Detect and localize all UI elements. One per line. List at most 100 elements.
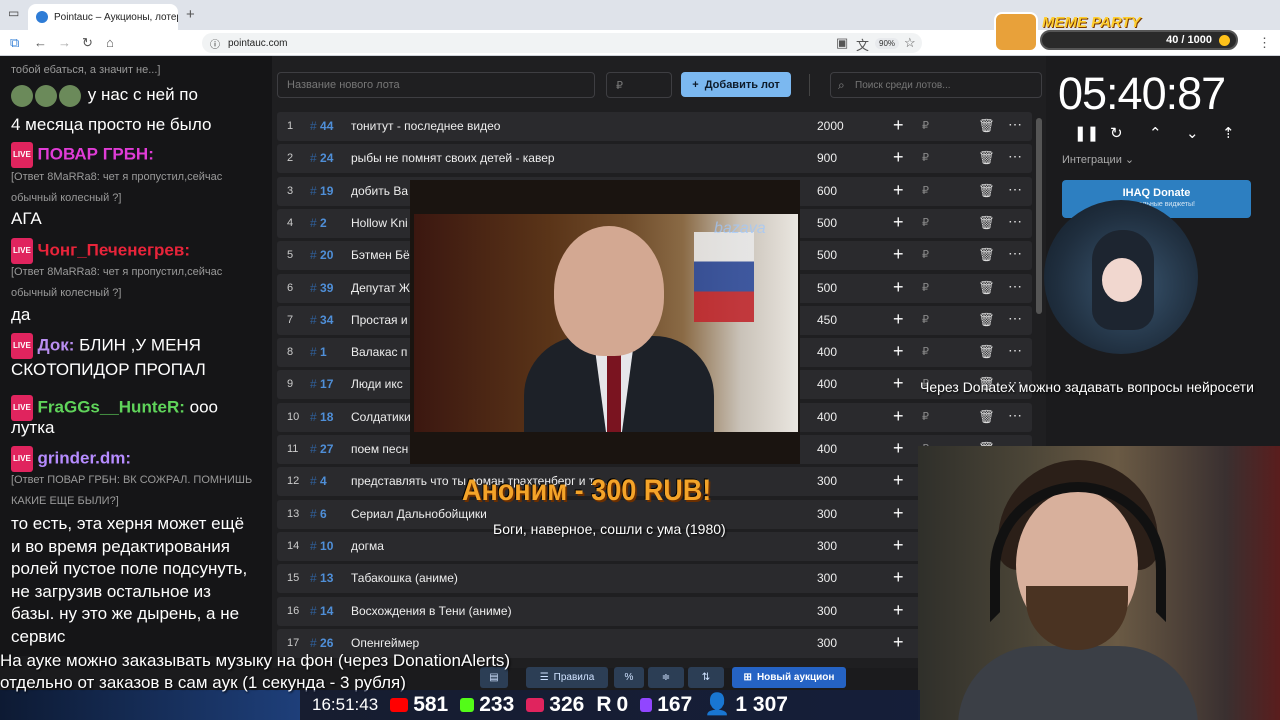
add-amount-icon[interactable]: + [893,309,904,330]
delete-icon[interactable]: 🗑 [978,409,995,425]
time-up-icon[interactable]: ⌃ [1149,124,1162,142]
lot-id: # 24 [310,151,334,166]
lot-list-scrollbar[interactable] [1036,118,1042,314]
lot-id-value: 26 [320,635,334,650]
reload-icon[interactable]: ↻ [82,35,93,51]
add-amount-icon[interactable]: + [893,373,904,394]
more-options-icon[interactable]: ⋯ [1008,116,1022,133]
chat-author-line: LIVE Док: БЛИН ,У МЕНЯ [11,333,269,359]
lot-id: # 44 [310,119,334,133]
lot-id: # 13 [310,571,334,586]
back-icon[interactable]: ← [34,35,47,50]
site-info-icon[interactable]: ⓘ [210,36,220,51]
new-lot-input[interactable]: Название нового лота [277,72,595,98]
delete-icon[interactable]: 🗑 [978,183,995,199]
percent-button[interactable]: % [614,667,644,688]
more-options-icon[interactable]: ⋯ [1008,407,1022,424]
more-options-icon[interactable]: ⋯ [1008,278,1022,295]
chat-message-text: сервис [11,627,66,646]
add-amount-icon[interactable]: + [893,244,904,265]
add-amount-icon[interactable]: + [893,115,904,136]
delete-icon[interactable]: 🗑 [978,280,995,296]
delete-icon[interactable]: 🗑 [978,312,995,328]
browser-menu-icon[interactable]: ⋮ [1258,35,1271,51]
new-auction-button[interactable]: ⊞ Новый аукцион [732,667,846,688]
sidebar-toggle-icon[interactable]: ⧉ [10,35,19,51]
more-options-icon[interactable]: ⋯ [1008,245,1022,262]
lot-amount: 300 [817,506,838,521]
add-amount-icon[interactable]: + [893,341,904,362]
add-amount-icon[interactable]: + [893,470,904,491]
delete-icon[interactable]: 🗑 [978,215,995,231]
chat-reply-text: КАКИЕ ЕЩЕ БЫЛИ?] [11,495,119,507]
url-text: pointauc.com [228,37,288,49]
browser-tab[interactable]: Pointauc – Аукционы, лотереи × [28,4,178,30]
translate-icon[interactable]: 文 [856,35,869,54]
more-options-icon[interactable]: ⋯ [1008,213,1022,230]
lot-id-value: 34 [320,312,334,327]
more-options-icon[interactable]: ⋯ [1008,181,1022,198]
reader-mode-icon[interactable]: ▣ [836,35,848,51]
chat-reply-text: обычный колесный ?] [11,287,122,299]
forward-icon[interactable]: → [58,35,71,50]
more-options-icon[interactable]: ⋯ [1008,342,1022,359]
reset-icon[interactable]: ↻ [1110,124,1123,142]
add-amount-icon[interactable]: + [893,406,904,427]
integrations-dropdown[interactable]: Интеграции ⌄ [1062,153,1134,166]
delete-icon[interactable]: 🗑 [978,344,995,360]
lot-name[interactable]: Восхождения в Тени (аниме) [351,604,801,618]
add-amount-icon[interactable]: + [893,567,904,588]
lot-row[interactable]: 2 # 24 рыбы не помнят своих детей - кавер 9… [277,144,1032,174]
site-favicon-icon [36,11,48,23]
lot-position: 9 [287,378,294,391]
lot-name[interactable]: рыбы не помнят своих детей - кавер [351,151,801,165]
add-amount-icon[interactable]: + [893,503,904,524]
coin-icon [1219,35,1230,46]
merge-icon[interactable]: ≑ [648,667,684,688]
lot-amount-input[interactable]: ₽ [606,72,672,98]
lot-name[interactable]: Опенгеймер [351,636,801,650]
chat-author: FraGGs__HunteR: [37,397,185,417]
lot-name[interactable]: тонитут - последнее видео [351,119,801,133]
bookmark-star-icon[interactable]: ☆ [904,35,916,51]
add-amount-icon[interactable]: + [893,212,904,233]
delete-icon[interactable]: 🗑 [978,150,995,166]
lot-id: # 2 [310,215,327,230]
add-amount-icon[interactable]: + [893,180,904,201]
add-amount-icon[interactable]: + [893,277,904,298]
total-viewers-stat: 👤 1 307 [704,693,788,717]
more-options-icon[interactable]: ⋯ [1008,310,1022,327]
lot-row[interactable]: 1 # 44 тонитут - последнее видео 2000 + ₽ 🗑 ⋯ [277,112,1032,141]
lot-id-value: 39 [320,280,334,295]
zoom-level[interactable]: 90% [875,38,900,49]
home-icon[interactable]: ⌂ [106,35,114,50]
tab-actions-icon[interactable]: ▭ [8,6,19,20]
sort-icon[interactable]: ⇅ [688,667,724,688]
more-options-icon[interactable]: ⋯ [1008,148,1022,165]
address-bar[interactable]: ⓘ pointauc.com [202,33,922,53]
lot-id-value: 2 [320,215,327,230]
lot-position: 5 [287,249,294,262]
chevron-down-icon: ⌄ [1124,154,1135,166]
add-lot-label: Добавить лот [704,78,780,91]
time-max-icon[interactable]: ⇡ [1222,124,1235,142]
new-auction-icon: ⊞ [743,672,752,683]
chat-message-text: лутка [11,418,55,437]
auction-timer: 05:40:87 [1058,68,1226,119]
lot-name[interactable]: Табакошка (аниме) [351,571,801,585]
add-amount-icon[interactable]: + [893,438,904,459]
new-tab-icon[interactable]: + [186,6,195,23]
lot-search-input[interactable]: ⌕ Поиск среди лотов... [830,72,1042,98]
delete-icon[interactable]: 🗑 [978,118,995,134]
lot-name[interactable]: Сериал Дальнобойщики [351,507,801,521]
pause-icon[interactable]: ❚❚ [1074,124,1099,142]
add-amount-icon[interactable]: + [893,600,904,621]
delete-icon[interactable]: 🗑 [978,247,995,263]
add-amount-icon[interactable]: + [893,535,904,556]
kick-count: 233 [479,693,515,716]
lot-name[interactable]: догма [351,539,801,553]
add-amount-icon[interactable]: + [893,147,904,168]
add-lot-button[interactable]: + Добавить лот [681,72,791,97]
time-down-icon[interactable]: ⌄ [1186,124,1199,142]
add-amount-icon[interactable]: + [893,632,904,653]
